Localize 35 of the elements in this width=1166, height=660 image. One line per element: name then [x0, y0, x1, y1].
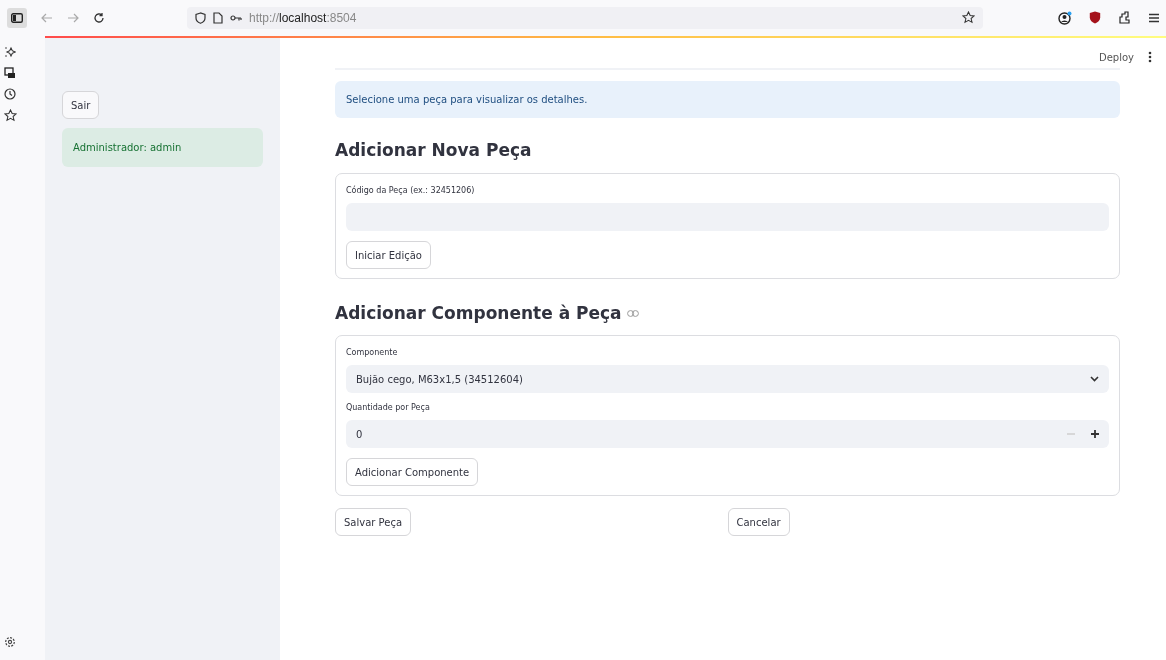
synced-tabs-icon[interactable]	[4, 67, 16, 79]
section-heading: Adicionar Componente à Peça	[335, 303, 622, 323]
more-options-icon[interactable]	[1148, 51, 1152, 63]
bookmark-star-icon[interactable]	[962, 11, 975, 24]
shield-icon	[195, 11, 206, 24]
logout-button[interactable]: Sair	[62, 91, 100, 119]
url-text: http://localhost:8504	[249, 10, 357, 25]
settings-icon[interactable]	[4, 636, 16, 648]
shield-extension-icon[interactable]	[1089, 11, 1101, 24]
plus-icon[interactable]	[1091, 430, 1099, 438]
sparkle-icon[interactable]	[4, 46, 16, 58]
cancel-button[interactable]: Cancelar	[727, 508, 790, 536]
extensions-icon[interactable]	[1118, 11, 1131, 24]
key-icon	[230, 13, 242, 22]
bookmarks-star-icon[interactable]	[4, 109, 17, 122]
menu-icon[interactable]	[1148, 12, 1160, 23]
start-editing-button[interactable]: Iniciar Edição	[346, 241, 431, 269]
section-heading: Adicionar Nova Peça	[335, 140, 533, 160]
address-bar[interactable]: http://localhost:8504	[187, 6, 983, 29]
chevron-down-icon	[1090, 376, 1099, 382]
field-label: Quantidade por Peça	[346, 403, 430, 412]
sidebar-toggle-icon[interactable]	[7, 7, 27, 28]
deploy-button[interactable]: Deploy	[1099, 51, 1134, 63]
field-label: Código da Peça (ex.: 32451206)	[346, 186, 475, 195]
quantity-field[interactable]: 0	[346, 420, 1109, 448]
save-part-button[interactable]: Salvar Peça	[335, 508, 412, 536]
component-dropdown[interactable]: Bujão cego, M63x1,5 (34512604)	[346, 365, 1109, 393]
field-label: Componente	[346, 348, 398, 357]
account-icon[interactable]	[1058, 10, 1072, 25]
reload-icon[interactable]	[93, 11, 105, 24]
history-icon[interactable]	[4, 88, 16, 100]
user-notice: Administrador: admin	[62, 128, 263, 167]
add-component-button[interactable]: Adicionar Componente	[346, 458, 479, 486]
info-message: Selecione uma peça para visualizar os detalhes.	[335, 81, 1120, 118]
page-icon	[213, 11, 223, 24]
